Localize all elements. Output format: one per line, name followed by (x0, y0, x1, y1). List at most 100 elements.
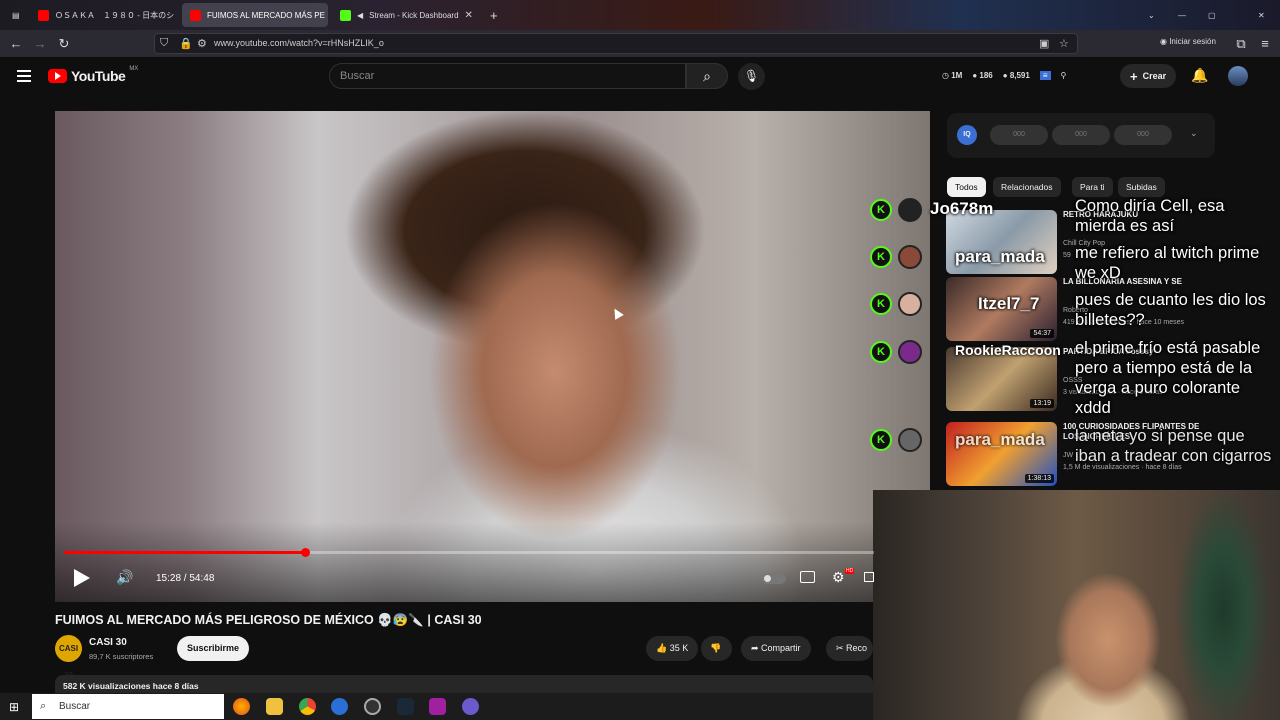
new-tab-button[interactable]: + (482, 3, 502, 27)
bookmark-star-icon[interactable]: ☆ (1059, 37, 1069, 50)
progress-bar[interactable] (64, 548, 874, 557)
firefox-icon[interactable] (233, 698, 250, 715)
close-tab-icon[interactable]: ✕ (465, 10, 473, 21)
back-icon[interactable]: ← (7, 35, 25, 53)
search-button[interactable]: ⌕ (686, 63, 728, 89)
taskbar-search[interactable]: Buscar (32, 694, 224, 719)
kick-badge-icon: K (870, 429, 892, 451)
kick-badge-icon: K (870, 246, 892, 268)
app-icon[interactable] (429, 698, 446, 715)
extension-logo[interactable]: IQ (957, 125, 977, 145)
clip-button[interactable]: ✂ Reco (826, 636, 873, 661)
view-count-date: 582 K visualizaciones hace 8 días (63, 681, 199, 691)
url-text[interactable]: www.youtube.com/watch?v=rHNsHZLIK_o (214, 38, 384, 48)
video-title: FUIMOS AL MERCADO MÁS PELIGROSO DE MÉXIC… (55, 613, 482, 627)
scissors-icon: ✂ (836, 643, 847, 653)
logo-wordmark: YouTube (71, 68, 126, 84)
steam-icon[interactable] (397, 698, 414, 715)
notifications-bell-icon[interactable]: 🔔 (1191, 67, 1208, 84)
search-icon: ⌕ (40, 700, 47, 712)
extension-stats: ◷ 1M ● 186 ● 8,591 ≡ ⚲ (942, 71, 1066, 80)
youtube-favicon-icon (190, 9, 201, 21)
maximize-icon[interactable]: ▢ (1200, 3, 1220, 27)
filter-icon[interactable]: ⚲ (1061, 71, 1067, 80)
youtube-logo[interactable]: YouTube MX (48, 66, 138, 84)
thumbs-up-icon: 👍 (656, 643, 670, 653)
tab-osaka[interactable]: ＯＳＡＫＡ １９８０ - 日本のシ ✕ (30, 3, 178, 27)
reader-view-icon[interactable]: ▣ (1039, 37, 1049, 50)
chat-text: la neta yo si pense que iban a tradear c… (1075, 427, 1272, 465)
volume-icon[interactable]: 🔊 (116, 569, 133, 586)
chat-username: Itzel7_7 (978, 294, 1040, 313)
reload-icon[interactable]: ↻ (55, 35, 73, 53)
create-label: Crear (1142, 71, 1167, 81)
file-explorer-icon[interactable] (266, 698, 283, 715)
user-avatar[interactable] (1228, 66, 1248, 86)
extensions-icon[interactable]: ⧉ (1232, 35, 1250, 53)
search-input[interactable] (330, 64, 685, 88)
ccleaner-icon[interactable] (331, 698, 348, 715)
browser-tab-bar: ▤ ＯＳＡＫＡ １９８０ - 日本のシ ✕ FUIMOS AL MERCADO … (0, 0, 1280, 30)
autoplay-toggle[interactable] (762, 573, 786, 584)
search-icon: ⌕ (703, 68, 711, 84)
clip-label: Reco (846, 643, 868, 653)
subscribe-button[interactable]: Suscribirme (177, 636, 250, 661)
progress-fill (64, 551, 306, 554)
tabs-icon: ▤ (12, 10, 20, 20)
miniplayer-icon[interactable] (864, 572, 874, 582)
youtube-favicon-icon (38, 9, 49, 21)
minimize-icon[interactable]: — (1170, 3, 1190, 27)
create-button[interactable]: + Crear (1120, 64, 1177, 88)
share-label: Compartir (761, 643, 801, 653)
channel-name[interactable]: CASI 30 (89, 637, 127, 648)
app-menu-icon[interactable]: ≡ (1256, 35, 1274, 53)
kick-badge-icon: K (870, 341, 892, 363)
dislike-button[interactable]: 👎 (701, 636, 732, 661)
hamburger-menu-icon[interactable] (17, 70, 31, 85)
obs-icon[interactable] (364, 698, 381, 715)
url-bar[interactable]: ⛉ 🔒 ⚙ www.youtube.com/watch?v=rHNsHZLIK_… (154, 33, 1078, 54)
kick-badge-icon: K (870, 293, 892, 315)
channel-avatar[interactable]: CASI 30 (55, 635, 82, 680)
subtitles-icon[interactable] (800, 571, 815, 583)
thumbs-down-icon: 👎 (710, 643, 722, 653)
share-button[interactable]: ➦ Compartir (741, 636, 811, 661)
permissions-icon[interactable]: ⚙ (197, 37, 207, 50)
chat-avatar (898, 428, 922, 452)
video-player[interactable] (55, 111, 930, 602)
signin-label: Iniciar sesión (1169, 37, 1216, 46)
signin-button[interactable]: ◉ Iniciar sesión (1160, 37, 1216, 46)
tab-youtube-video[interactable]: FUIMOS AL MERCADO MÁS PE ✕ (182, 3, 328, 27)
chevron-down-icon[interactable]: ⌄ (1190, 128, 1198, 139)
chat-avatar (898, 340, 922, 364)
search-box[interactable] (329, 63, 686, 89)
audio-icon: ◀ (357, 10, 364, 20)
lock-icon[interactable]: 🔒 (179, 37, 193, 50)
chat-avatar (898, 198, 922, 222)
taskbar-search-label: Buscar (59, 701, 91, 712)
extension-chip[interactable]: 000 (990, 125, 1048, 145)
plus-icon: + (1130, 68, 1138, 84)
chrome-icon[interactable] (299, 698, 316, 715)
windows-start-icon[interactable]: ⊞ (9, 700, 19, 714)
tab-kick-dashboard[interactable]: ◀ Stream - Kick Dashboard ✕ (332, 3, 478, 27)
extension-chip[interactable]: 000 (1114, 125, 1172, 145)
tab-list-button[interactable]: ▤ (4, 3, 28, 27)
close-window-icon[interactable]: ✕ (1250, 3, 1270, 27)
stat-followers: ● 8,591 (1002, 71, 1030, 80)
forward-icon[interactable]: → (31, 35, 49, 53)
tab-label: ＯＳＡＫＡ １９８０ - 日本のシ (55, 10, 175, 20)
play-icon[interactable] (74, 569, 90, 587)
tab-label: Stream - Kick Dashboard (369, 10, 459, 20)
shield-icon[interactable]: ⛉ (160, 37, 168, 50)
like-count: 35 K (669, 643, 689, 653)
tab-overflow-icon[interactable]: ⌄ (1140, 3, 1160, 27)
kick-favicon-icon (340, 9, 351, 21)
chat-text: Como diría Cell, esa mierda es así (1075, 197, 1225, 235)
like-button[interactable]: 👍 35 K (646, 636, 699, 661)
app-icon[interactable] (462, 698, 479, 715)
extension-icon[interactable]: ≡ (1039, 71, 1051, 80)
extension-chip[interactable]: 000 (1052, 125, 1110, 145)
settings-gear-icon[interactable]: ⚙ (832, 569, 845, 586)
voice-search-button[interactable]: 🎙 (738, 63, 765, 90)
